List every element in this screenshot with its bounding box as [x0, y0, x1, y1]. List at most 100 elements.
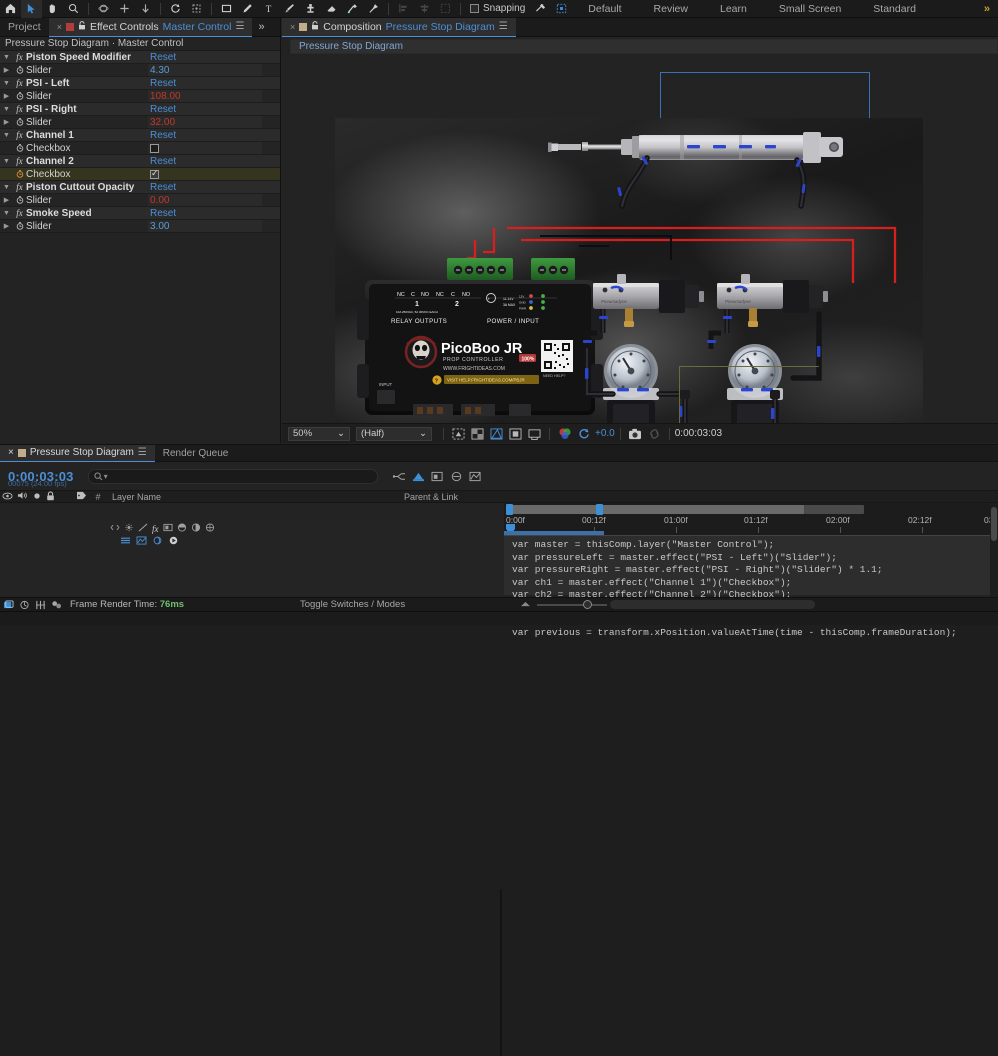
effect-property-row[interactable]: Checkbox: [0, 168, 280, 181]
effect-group-row[interactable]: ▼ fx Channel 1 Reset: [0, 129, 280, 142]
twirl-right-icon[interactable]: ▶: [0, 66, 13, 74]
composition-tab[interactable]: × Composition Pressure Stop Diagram ☰: [282, 17, 516, 37]
frame-blend-icon[interactable]: [163, 523, 173, 535]
3d-layer-icon[interactable]: [205, 523, 215, 535]
timeline-scroll-pill[interactable]: [610, 600, 815, 609]
effect-reset-link[interactable]: Reset: [150, 78, 176, 89]
stopwatch-icon[interactable]: [13, 144, 26, 152]
timeline-splitter[interactable]: [500, 889, 502, 1056]
motion-path-icon[interactable]: [152, 536, 163, 548]
draft-3d-icon[interactable]: [428, 467, 447, 485]
stopwatch-icon[interactable]: [13, 92, 26, 100]
dolly-tool-icon[interactable]: [135, 0, 156, 18]
hide-shy-icon[interactable]: [447, 467, 466, 485]
composition-viewer[interactable]: NC C NO NC C NO 1 2 10A 250VAC, 5A 30VDC…: [282, 54, 998, 439]
mask-path-icon[interactable]: [487, 426, 506, 442]
pan-tool-icon[interactable]: [114, 0, 135, 18]
motion-blur-status-icon[interactable]: [32, 598, 48, 612]
viewer-tab-pressure-stop-diagram[interactable]: Pressure Stop Diagram: [290, 39, 998, 54]
twirl-down-icon[interactable]: ▼: [0, 184, 13, 191]
effect-property-row[interactable]: ▶ Slider 3.00: [0, 220, 280, 233]
twirl-right-icon[interactable]: ▶: [0, 118, 13, 126]
twirl-down-icon[interactable]: ▼: [0, 158, 13, 165]
expression-icon[interactable]: [120, 536, 131, 548]
zoom-level-select[interactable]: 50% ⌄: [288, 426, 350, 441]
selection-tool-icon[interactable]: [21, 0, 42, 18]
property-value[interactable]: 0.00: [150, 195, 169, 206]
effect-group-row[interactable]: ▼ fx Channel 2 Reset: [0, 155, 280, 168]
workspace-default[interactable]: Default: [572, 3, 637, 15]
checkbox-channel-2[interactable]: [150, 168, 159, 179]
anchor-point-tool-icon[interactable]: [186, 0, 207, 18]
stopwatch-icon-active[interactable]: [13, 170, 26, 178]
pen-tool-icon[interactable]: [237, 0, 258, 18]
expression-editor[interactable]: var master = thisComp.layer("Master Cont…: [504, 535, 998, 638]
twirl-down-icon[interactable]: ▼: [0, 106, 13, 113]
zoom-tool-icon[interactable]: [63, 0, 84, 18]
composition-mini-flowchart-icon[interactable]: [390, 467, 409, 485]
project-tab[interactable]: Project: [0, 18, 49, 37]
close-icon[interactable]: ×: [8, 447, 14, 458]
effect-controls-tab[interactable]: × Effect Controls Master Control ☰: [48, 17, 253, 37]
cache-icon[interactable]: [16, 598, 32, 612]
effect-group-row[interactable]: ▼ fx PSI - Left Reset: [0, 77, 280, 90]
workspace-overflow-chevron[interactable]: »: [984, 3, 998, 15]
effect-reset-link[interactable]: Reset: [150, 104, 176, 115]
speaker-icon[interactable]: [15, 491, 30, 502]
camera-snapshot-icon[interactable]: [626, 426, 645, 442]
roto-brush-tool-icon[interactable]: [342, 0, 363, 18]
stopwatch-icon[interactable]: [13, 118, 26, 126]
motion-blur-icon[interactable]: [177, 523, 187, 535]
twirl-right-icon[interactable]: ▶: [0, 196, 13, 204]
lock-icon[interactable]: [43, 490, 58, 503]
shape-tool-icon[interactable]: [216, 0, 237, 18]
effect-group-row[interactable]: ▼ fx PSI - Right Reset: [0, 103, 280, 116]
twirl-down-icon[interactable]: ▼: [0, 54, 13, 61]
collapse-transformations-icon[interactable]: [124, 523, 134, 535]
effect-property-row[interactable]: ▶ Slider 108.00: [0, 90, 280, 103]
checkbox-channel-1[interactable]: [150, 143, 159, 153]
snap-target-icon[interactable]: [530, 0, 551, 18]
work-area-end-handle[interactable]: [596, 504, 603, 515]
align-left-icon[interactable]: [393, 0, 414, 18]
shy-icon[interactable]: [110, 523, 120, 535]
property-value[interactable]: 32.00: [150, 117, 175, 128]
effect-reset-link[interactable]: Reset: [150, 52, 176, 63]
zoom-out-icon[interactable]: [520, 599, 531, 610]
title-safe-icon[interactable]: [506, 426, 525, 442]
solo-icon[interactable]: [30, 492, 43, 502]
left-panel-overflow-chevron[interactable]: »: [258, 21, 264, 33]
region-of-interest-icon[interactable]: [449, 426, 468, 442]
snapping-toggle[interactable]: Snapping: [465, 3, 530, 14]
effect-property-row[interactable]: ▶ Slider 4.30: [0, 64, 280, 77]
snapping-checkbox[interactable]: [470, 4, 479, 13]
hand-tool-icon[interactable]: [42, 0, 63, 18]
show-snapshot-icon[interactable]: [645, 426, 664, 442]
effect-property-row[interactable]: ▶ Slider 0.00: [0, 194, 280, 207]
quality-icon[interactable]: [138, 523, 148, 535]
toggle-switches-modes-button[interactable]: Toggle Switches / Modes: [300, 599, 405, 610]
effect-reset-link[interactable]: Reset: [150, 130, 176, 141]
resolution-select[interactable]: (Half) ⌄: [356, 426, 432, 441]
close-icon[interactable]: ×: [290, 22, 295, 32]
work-area-extension[interactable]: [804, 505, 864, 514]
layer-list-area[interactable]: fx: [0, 521, 504, 595]
twirl-right-icon[interactable]: ▶: [0, 92, 13, 100]
orbit-tool-icon[interactable]: [93, 0, 114, 18]
workspace-review[interactable]: Review: [638, 3, 704, 15]
workspace-standard[interactable]: Standard: [857, 3, 932, 15]
effect-property-row[interactable]: Checkbox: [0, 142, 280, 155]
zoom-slider-track[interactable]: [537, 599, 607, 609]
effect-group-row[interactable]: ▼ fx Smoke Speed Reset: [0, 207, 280, 220]
clone-stamp-tool-icon[interactable]: [300, 0, 321, 18]
timeline-vertical-scrollbar[interactable]: [990, 503, 998, 597]
effect-reset-link[interactable]: Reset: [150, 208, 176, 219]
timeline-tab-composition[interactable]: × Pressure Stop Diagram ☰: [0, 444, 155, 462]
effect-group-row[interactable]: ▼ fx Piston Speed Modifier Reset: [0, 51, 280, 64]
close-icon[interactable]: ×: [57, 22, 62, 32]
search-input[interactable]: ▾: [87, 468, 378, 484]
twirl-down-icon[interactable]: ▼: [0, 132, 13, 139]
effect-reset-link[interactable]: Reset: [150, 156, 176, 167]
align-center-icon[interactable]: [414, 0, 435, 18]
work-area-start-handle[interactable]: [506, 504, 513, 515]
